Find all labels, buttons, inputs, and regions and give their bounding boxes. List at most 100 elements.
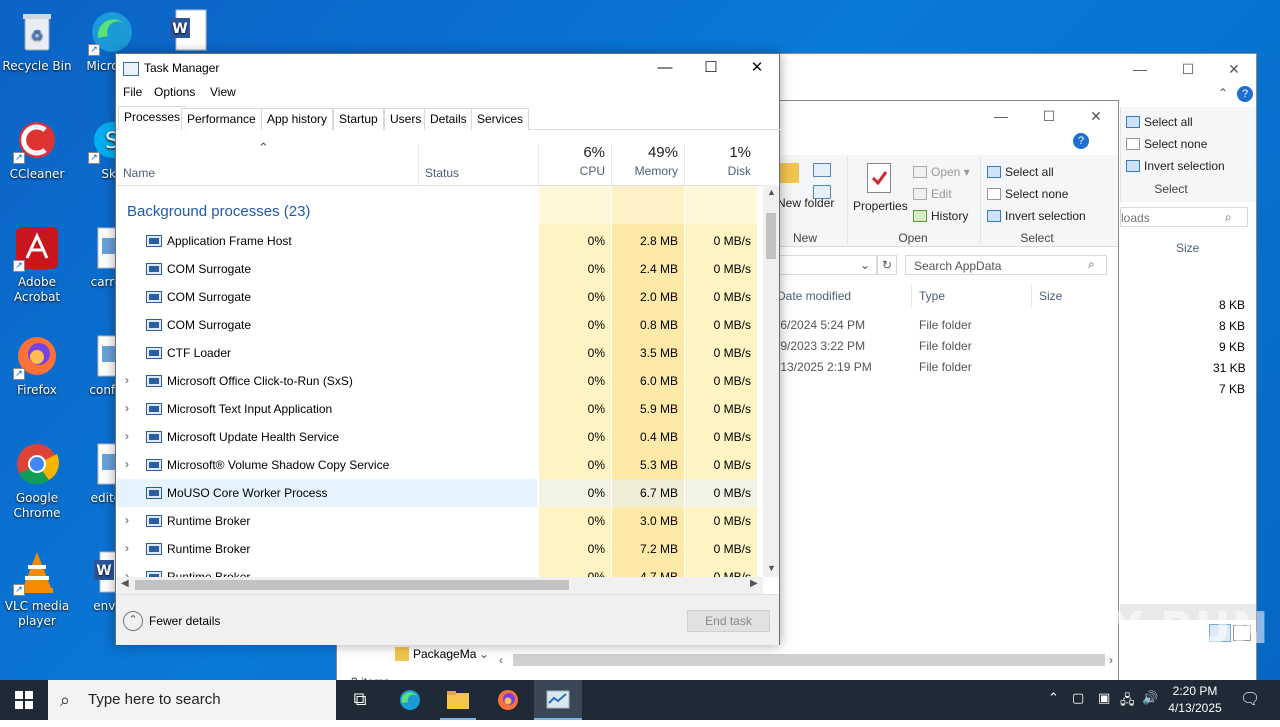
minimize-button[interactable]: —: [978, 101, 1024, 131]
chevron-down-icon: ⌄: [479, 647, 490, 661]
ribbon-group-select: Select: [1020, 231, 1054, 245]
desktop-icon-google-chrome[interactable]: Google Chrome: [1, 440, 73, 521]
firefox-taskbar-icon[interactable]: [484, 680, 532, 720]
expand-chevron-icon[interactable]: ›: [125, 541, 129, 555]
desktop-icon-recycle-bin[interactable]: ♻ Recycle Bin: [1, 8, 73, 74]
open-button[interactable]: Open ▾: [913, 165, 970, 179]
maximize-button[interactable]: ☐: [1026, 101, 1072, 131]
expand-chevron-icon[interactable]: ›: [125, 401, 129, 415]
fewer-details-link[interactable]: Fewer details: [149, 614, 220, 628]
properties-button[interactable]: Properties: [853, 199, 908, 213]
expand-chevron-icon[interactable]: ›: [125, 513, 129, 527]
column-memory[interactable]: 49% Memory: [612, 144, 678, 186]
column-name[interactable]: Name: [123, 166, 155, 208]
desktop-icon-ccleaner[interactable]: ↗ CCleaner: [1, 116, 73, 182]
search-input[interactable]: Search AppData ⌕: [905, 255, 1107, 275]
invert-selection-button[interactable]: Invert selection: [987, 209, 1086, 223]
column-size[interactable]: Size: [1176, 241, 1199, 255]
scrollbar-thumb[interactable]: [135, 580, 569, 590]
select-all-button[interactable]: Select all: [1126, 115, 1193, 129]
tab-performance[interactable]: Performance: [181, 108, 262, 130]
process-icon: [146, 319, 162, 331]
menu-options[interactable]: Options: [154, 85, 195, 99]
minimize-button[interactable]: —: [1117, 54, 1163, 84]
column-disk[interactable]: 1% Disk: [685, 144, 751, 186]
desktop-icon-firefox[interactable]: ↗ Firefox: [1, 332, 73, 398]
horizontal-scrollbar[interactable]: [513, 654, 1105, 666]
search-box-back[interactable]: loads ⌕: [1120, 207, 1248, 227]
notifications-icon[interactable]: 🗨: [1240, 689, 1260, 708]
taskbar-search-box[interactable]: ⌕ Type here to search: [48, 680, 336, 720]
tab-app-history[interactable]: App history: [261, 108, 334, 130]
cpu-cell: 0%: [539, 395, 611, 423]
menu-view[interactable]: View: [210, 85, 236, 99]
nav-pane-item[interactable]: PackageMa: [413, 647, 476, 661]
help-icon[interactable]: ?: [1237, 86, 1253, 102]
maximize-button[interactable]: ☐: [688, 54, 734, 84]
task-manager-taskbar-icon[interactable]: [534, 680, 582, 720]
column-date-modified[interactable]: Date modified: [777, 289, 851, 303]
select-none-button[interactable]: Select none: [1126, 137, 1207, 151]
menu-file[interactable]: File: [123, 85, 142, 99]
tab-services[interactable]: Services: [471, 108, 530, 130]
acrobat-icon: ↗: [13, 224, 61, 272]
scroll-right-icon[interactable]: ▶: [750, 578, 758, 589]
expand-chevron-icon[interactable]: ›: [125, 457, 129, 471]
minimize-button[interactable]: —: [642, 54, 688, 84]
close-button[interactable]: ✕: [1073, 101, 1119, 131]
horizontal-scrollbar[interactable]: ◀ ▶: [117, 577, 763, 594]
file-explorer-taskbar-icon[interactable]: [434, 680, 482, 720]
network-icon[interactable]: 🖧: [1120, 691, 1135, 713]
group-title[interactable]: Background processes (23): [127, 203, 310, 220]
tab-users[interactable]: Users: [384, 108, 428, 130]
column-type[interactable]: Type: [919, 289, 945, 303]
easy-access-icon[interactable]: [813, 185, 831, 199]
help-icon[interactable]: ?: [1073, 133, 1089, 149]
edge-taskbar-icon[interactable]: [386, 680, 434, 720]
edit-button[interactable]: Edit: [913, 187, 952, 201]
tray-app-icon[interactable]: ▢: [1072, 691, 1084, 706]
end-task-button[interactable]: End task: [687, 610, 770, 632]
tray-device-icon[interactable]: ▣: [1098, 691, 1110, 706]
close-button[interactable]: ✕: [1211, 54, 1257, 84]
volume-icon[interactable]: 🔊: [1142, 691, 1158, 706]
scroll-left-icon[interactable]: ‹: [499, 653, 503, 667]
task-view-icon[interactable]: ⧉: [336, 680, 384, 720]
collapse-chevron-icon[interactable]: ⌃: [123, 611, 143, 631]
maximize-button[interactable]: ☐: [1165, 54, 1211, 84]
desktop-icon-adobe-acrobat[interactable]: ↗ Adobe Acrobat: [1, 224, 73, 305]
close-button[interactable]: ✕: [734, 54, 780, 84]
vertical-scrollbar[interactable]: ▲ ▼: [763, 185, 779, 577]
start-button[interactable]: [0, 680, 48, 720]
new-folder-button[interactable]: New folder: [777, 197, 834, 210]
process-row[interactable]: MoUSO Core Worker Process: [117, 479, 537, 507]
expand-chevron-icon[interactable]: ›: [125, 373, 129, 387]
scroll-right-icon[interactable]: ›: [1109, 653, 1113, 667]
select-none-button[interactable]: Select none: [987, 187, 1068, 201]
history-button[interactable]: History: [913, 209, 968, 223]
taskbar-clock[interactable]: 2:20 PM 4/13/2025: [1160, 683, 1230, 717]
select-all-button[interactable]: Select all: [987, 165, 1054, 179]
new-item-icon[interactable]: [813, 163, 831, 177]
column-status[interactable]: Status: [425, 166, 459, 208]
process-icon: [146, 543, 162, 555]
refresh-icon[interactable]: ↻: [877, 255, 897, 275]
scroll-left-icon[interactable]: ◀: [121, 578, 129, 589]
disk-cell-value: 0 MB/s: [713, 458, 751, 472]
column-cpu[interactable]: 6% CPU: [539, 144, 605, 186]
scrollbar-thumb[interactable]: [766, 213, 776, 259]
collapse-ribbon-icon[interactable]: ⌃: [1211, 86, 1235, 106]
tab-processes[interactable]: Processes: [118, 106, 187, 131]
scroll-up-icon[interactable]: ▲: [767, 187, 776, 197]
tab-startup[interactable]: Startup: [333, 108, 384, 130]
scroll-down-icon[interactable]: ▼: [767, 563, 776, 573]
column-size[interactable]: Size: [1039, 289, 1062, 303]
disk-cell: 0 MB/s: [685, 395, 757, 423]
address-dropdown[interactable]: ⌄: [779, 255, 877, 275]
expand-chevron-icon[interactable]: ›: [125, 429, 129, 443]
tab-details[interactable]: Details: [424, 108, 473, 130]
show-hidden-icons-chevron-icon[interactable]: ⌃: [1048, 691, 1059, 706]
desktop-icon-vlc[interactable]: ↗ VLC media player: [1, 548, 73, 629]
desktop-icon-word-doc[interactable]: W: [150, 8, 222, 59]
invert-selection-button[interactable]: Invert selection: [1126, 159, 1225, 173]
